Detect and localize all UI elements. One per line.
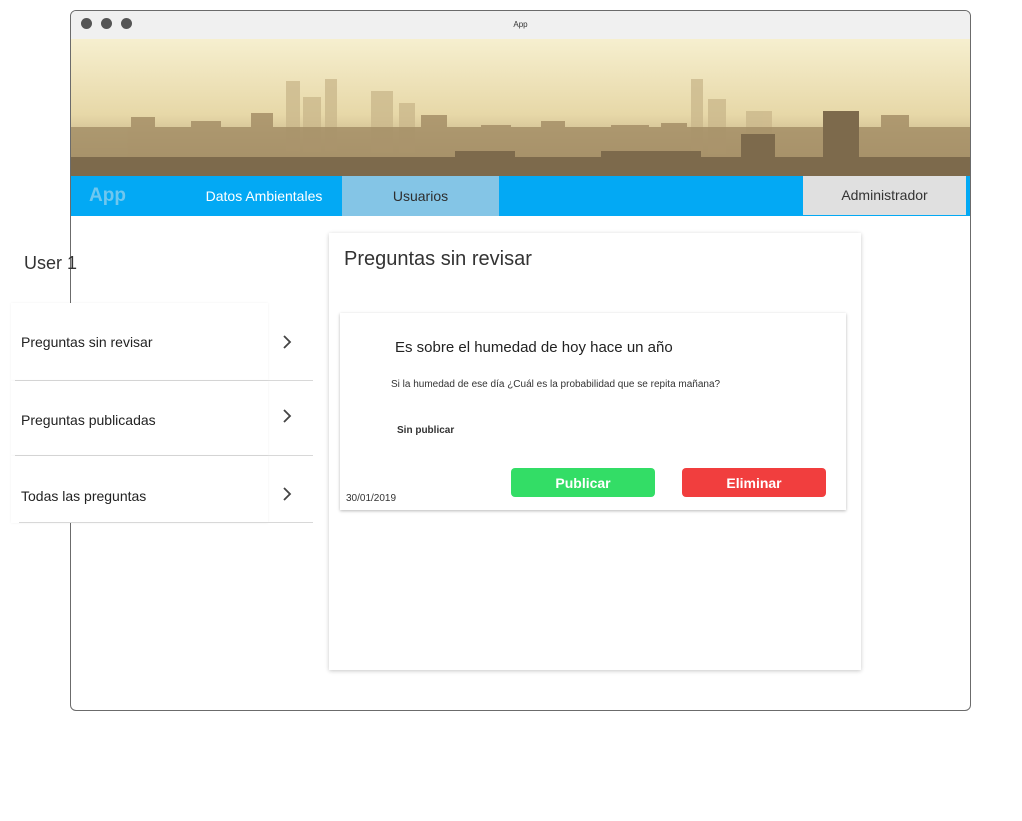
hero-city-banner <box>71 39 970 176</box>
sidebar-item-label: Preguntas sin revisar <box>21 334 153 350</box>
chevron-right-icon[interactable] <box>280 407 294 425</box>
sidebar-item-preguntas-sin-revisar[interactable]: Preguntas sin revisar <box>11 303 313 381</box>
sidebar-user-name: User 1 <box>24 253 78 273</box>
question-date: 30/01/2019 <box>346 493 397 504</box>
sidebar-item-todas-las-preguntas[interactable]: Todas las preguntas <box>11 456 313 523</box>
administrator-button[interactable]: Administrador <box>803 176 966 215</box>
chevron-right-icon[interactable] <box>280 333 294 351</box>
window-title: App <box>513 20 528 29</box>
page-title: Preguntas sin revisar <box>344 248 532 270</box>
title-bar: App <box>71 11 970 39</box>
menu-divider <box>19 522 313 523</box>
delete-button[interactable]: Eliminar <box>682 468 826 497</box>
questions-panel: Preguntas sin revisar Es sobre el humeda… <box>329 233 861 670</box>
sidebar-item-preguntas-publicadas[interactable]: Preguntas publicadas <box>11 381 313 456</box>
sidebar-item-label: Preguntas publicadas <box>21 412 156 428</box>
question-title: Es sobre el humedad de hoy hace un año <box>395 339 673 356</box>
publish-button[interactable]: Publicar <box>511 468 655 497</box>
status-badge: Sin publicar <box>397 425 455 436</box>
city-skyline-image <box>71 39 970 176</box>
top-navbar: App Datos Ambientales Usuarios Administr… <box>71 176 970 216</box>
question-card: Es sobre el humedad de hoy hace un año S… <box>340 313 846 510</box>
tab-datos-ambientales[interactable]: Datos Ambientales <box>195 176 333 216</box>
app-brand[interactable]: App <box>89 185 126 207</box>
sidebar-item-label: Todas las preguntas <box>21 488 147 504</box>
chevron-right-icon[interactable] <box>280 485 294 503</box>
tab-usuarios[interactable]: Usuarios <box>342 176 499 216</box>
question-body: Si la humedad de ese día ¿Cuál es la pro… <box>391 379 721 390</box>
sidebar-menu: Preguntas sin revisar Preguntas publicad… <box>11 303 313 523</box>
